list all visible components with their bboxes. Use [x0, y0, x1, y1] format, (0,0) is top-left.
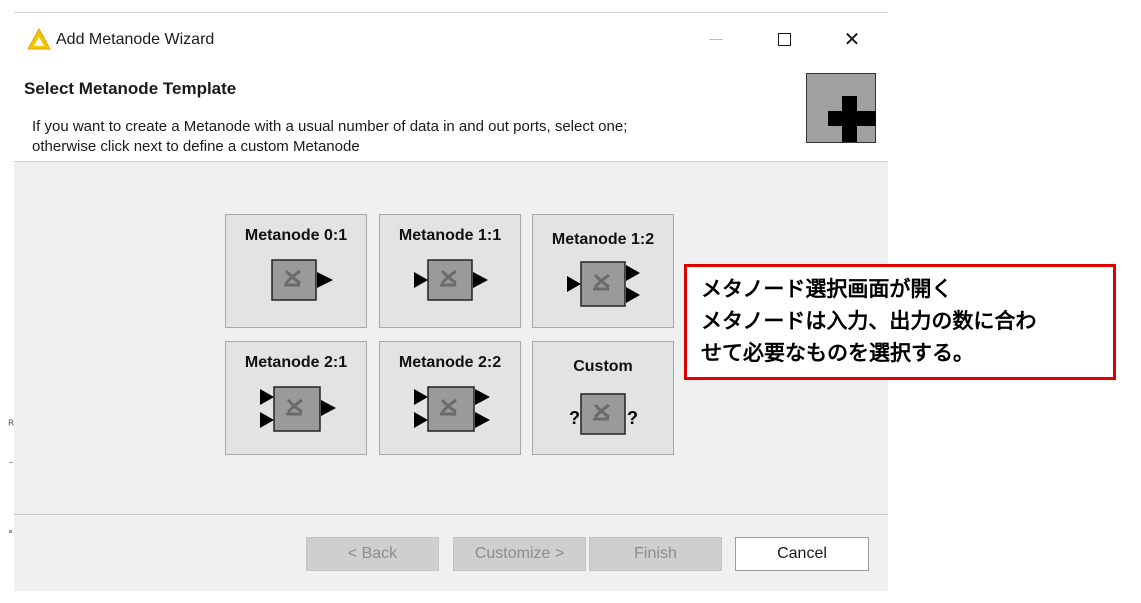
add-metanode-icon — [806, 73, 876, 143]
metanode-1-2-icon — [567, 261, 640, 307]
maximize-button[interactable] — [764, 23, 804, 55]
custom-metanode-icon: ? ? — [569, 393, 638, 435]
screen: ᴿ ▔▔▔▔▔▔▔▔▔▔▔▔▔▔▔▔▔▔▔▔▔▔▔▔▔▔▔▔▔▔▔▔ Add M… — [0, 0, 1141, 603]
metanode-1-1-icon — [414, 259, 488, 301]
knime-warning-icon — [27, 28, 51, 50]
close-icon: ✕ — [843, 27, 861, 51]
custom-input-mark: ? — [569, 408, 580, 428]
metanode-0-1-icon — [271, 259, 333, 301]
template-metanode-0-1[interactable]: Metanode 0:1 — [225, 214, 367, 328]
title-bar[interactable]: Add Metanode Wizard ✕ — [14, 13, 888, 65]
finish-button[interactable]: Finish — [589, 537, 722, 571]
template-metanode-2-1[interactable]: Metanode 2:1 — [225, 341, 367, 455]
back-button[interactable]: < Back — [306, 537, 439, 571]
template-custom[interactable]: Custom ? ? — [532, 341, 674, 455]
description-line: If you want to create a Metanode with a … — [32, 118, 628, 135]
annotation-callout: メタノード選択画面が開く メタノードは入力、出力の数に合わ せて必要なものを選択… — [684, 264, 1116, 380]
minimize-button[interactable] — [696, 23, 736, 55]
custom-output-mark: ? — [627, 408, 638, 428]
footer-separator — [14, 514, 888, 515]
template-metanode-2-2[interactable]: Metanode 2:2 — [379, 341, 521, 455]
template-metanode-1-2[interactable]: Metanode 1:2 — [532, 214, 674, 328]
annotation-line: せて必要なものを選択する。 — [701, 341, 974, 365]
metanode-2-1-icon — [260, 386, 336, 432]
wizard-header: Select Metanode Template If you want to … — [14, 65, 888, 162]
annotation-line: メタノードは入力、出力の数に合わ — [701, 309, 1037, 333]
minimize-icon — [709, 38, 723, 40]
page-description: If you want to create a Metanode with a … — [32, 117, 792, 157]
close-button[interactable]: ✕ — [832, 23, 872, 55]
page-title: Select Metanode Template — [24, 79, 237, 98]
description-line: otherwise click next to define a custom … — [32, 138, 360, 155]
template-metanode-1-1[interactable]: Metanode 1:1 — [379, 214, 521, 328]
window-title: Add Metanode Wizard — [56, 31, 215, 48]
plus-icon — [828, 96, 876, 142]
cancel-button[interactable]: Cancel — [735, 537, 869, 571]
maximize-icon — [777, 32, 791, 46]
background-fragment — [9, 530, 12, 533]
background-fragment — [9, 462, 13, 463]
annotation-line: メタノード選択画面が開く — [701, 277, 953, 301]
metanode-2-2-icon — [414, 386, 490, 432]
customize-button[interactable]: Customize > — [453, 537, 586, 571]
